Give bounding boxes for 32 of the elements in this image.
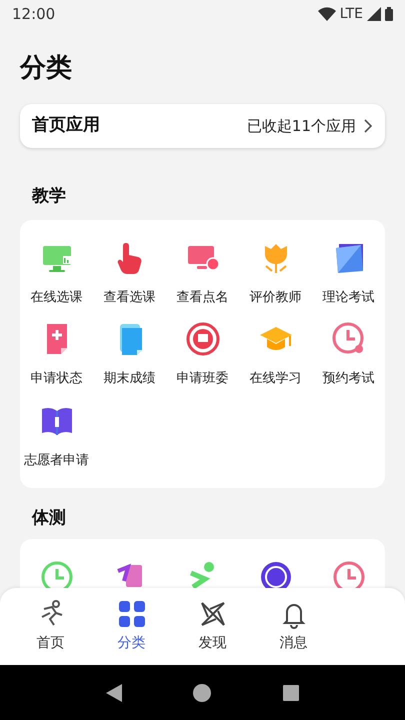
battery-icon xyxy=(385,7,393,21)
grid-icon xyxy=(116,599,146,629)
nav-tab[interactable]: 发现 xyxy=(172,588,253,665)
nav-tab[interactable]: 消息 xyxy=(253,588,334,665)
app-shortcut[interactable]: 评价教师 xyxy=(239,240,312,307)
app-shortcut[interactable]: 申请状态 xyxy=(20,321,93,388)
clock-icon xyxy=(38,559,74,590)
section-title: 教学 xyxy=(30,185,67,208)
network-type: LTE xyxy=(340,4,363,24)
app-shortcut[interactable]: 申请班委 xyxy=(166,321,239,388)
status-time: 12:00 xyxy=(12,4,56,25)
home-apps-row[interactable]: 首页应用 已收起11个应用 xyxy=(20,104,385,148)
recents-icon[interactable] xyxy=(283,684,300,700)
app-shortcut[interactable]: 查看点名 xyxy=(166,240,239,307)
app-shortcut[interactable]: 预约考试 xyxy=(312,321,385,388)
app-shortcut[interactable]: 期末成绩 xyxy=(93,321,166,388)
ring-badge-icon xyxy=(184,321,220,357)
page-title: 分类 xyxy=(20,52,73,85)
back-icon[interactable] xyxy=(106,684,122,702)
app-shortcut[interactable]: 理论考试 xyxy=(312,240,385,307)
clock-icon xyxy=(330,559,366,590)
app-shortcut[interactable]: 在线学习 xyxy=(239,321,312,388)
nav-tab[interactable]: 分类 xyxy=(91,588,172,665)
section-title: 体测 xyxy=(30,506,67,530)
home-icon[interactable] xyxy=(193,684,212,702)
app-shortcut[interactable]: 查看选课 xyxy=(93,240,166,307)
app-shortcut[interactable]: 在线选课 xyxy=(20,240,93,307)
wifi-icon xyxy=(318,7,336,21)
chevron-right-icon xyxy=(364,119,373,133)
signal-icon xyxy=(367,7,381,21)
app-shortcut[interactable]: 志愿者申请 xyxy=(20,402,93,470)
nav-tab[interactable]: 首页 xyxy=(10,588,91,665)
